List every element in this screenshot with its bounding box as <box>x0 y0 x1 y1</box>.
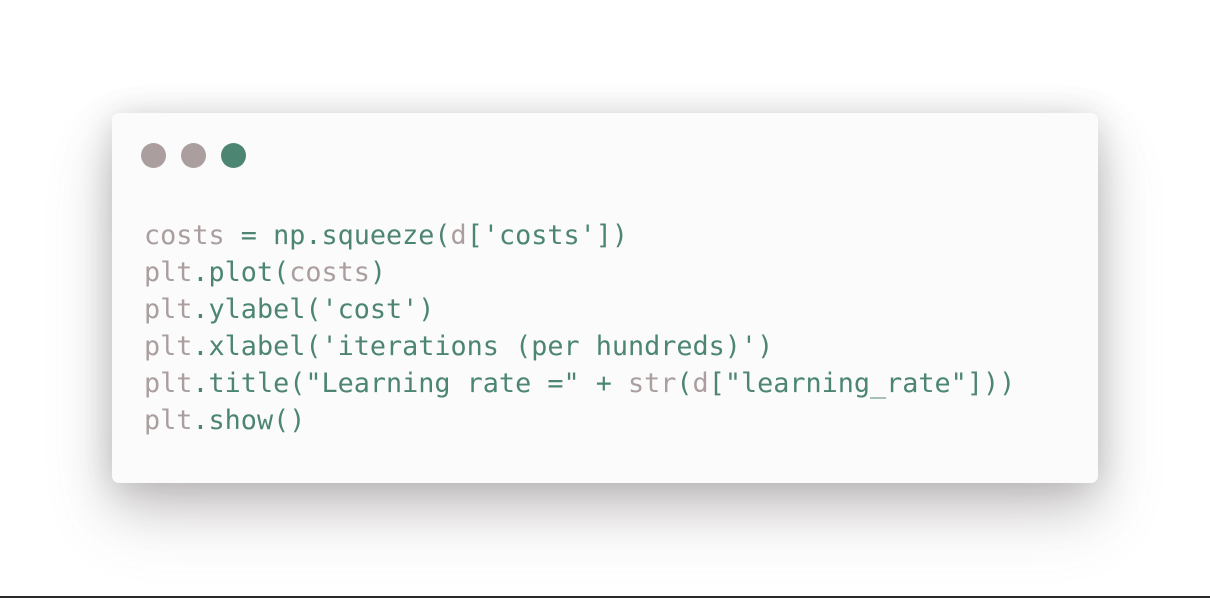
code-token-identifier: plt <box>144 257 193 288</box>
code-token-identifier: costs <box>289 257 370 288</box>
code-token: ["learning_rate"])) <box>708 368 1016 399</box>
code-line: plt.show() <box>144 402 1015 439</box>
window-controls <box>141 143 246 168</box>
code-token: .xlabel('iterations (per hundreds)') <box>192 331 774 362</box>
code-token: .show() <box>192 405 306 436</box>
code-token: .title("Learning rate =" + <box>192 368 628 399</box>
code-line: plt.plot(costs) <box>144 254 1015 291</box>
code-line: costs = np.squeeze(d['costs']) <box>144 217 1015 254</box>
code-line: plt.ylabel('cost') <box>144 291 1015 328</box>
code-token-identifier: plt <box>144 405 193 436</box>
code-token: .plot( <box>192 257 290 288</box>
close-dot-icon[interactable] <box>141 143 166 168</box>
code-block: costs = np.squeeze(d['costs']) plt.plot(c… <box>144 217 1015 439</box>
code-token-identifier: plt <box>144 368 193 399</box>
code-token: .ylabel('cost') <box>192 294 435 325</box>
code-token: = np.squeeze( <box>224 220 451 251</box>
code-token-identifier: plt <box>144 331 193 362</box>
code-token-identifier: str <box>628 368 677 399</box>
code-token: ) <box>369 257 387 288</box>
minimize-dot-icon[interactable] <box>181 143 206 168</box>
code-line: plt.xlabel('iterations (per hundreds)') <box>144 328 1015 365</box>
code-token-identifier: d <box>692 368 709 399</box>
canvas: costs = np.squeeze(d['costs']) plt.plot(c… <box>0 0 1210 598</box>
code-line: plt.title("Learning rate =" + str(d["lea… <box>144 365 1015 402</box>
code-window: costs = np.squeeze(d['costs']) plt.plot(c… <box>112 113 1098 483</box>
code-token: ( <box>676 368 693 399</box>
code-token-identifier: plt <box>144 294 193 325</box>
maximize-dot-icon[interactable] <box>221 143 246 168</box>
code-token-identifier: costs <box>144 220 225 251</box>
code-token: ['costs']) <box>466 220 629 251</box>
code-token-identifier: d <box>450 220 467 251</box>
